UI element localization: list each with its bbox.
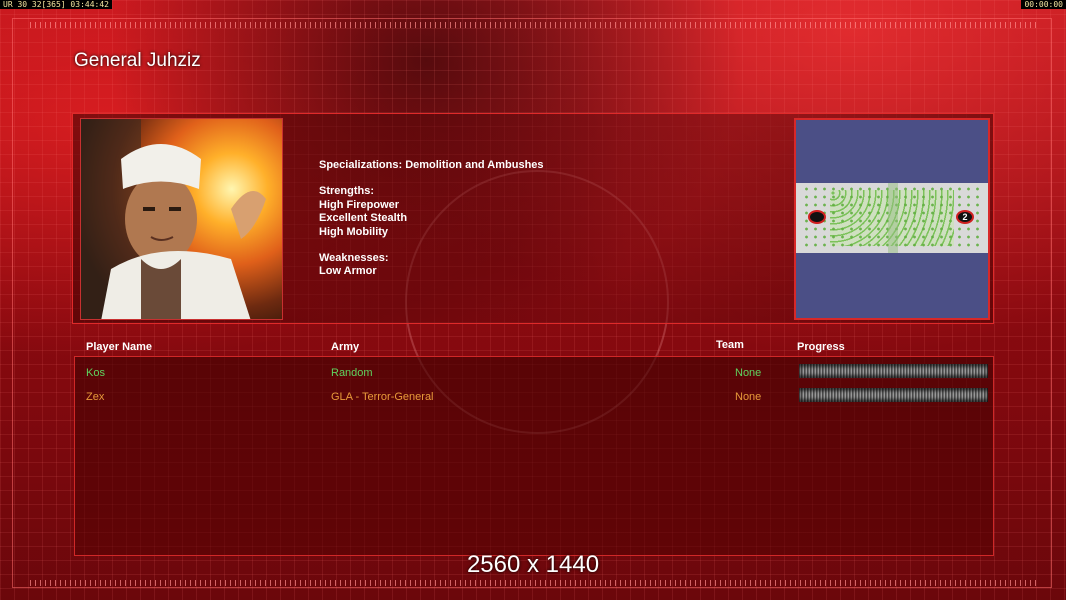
weaknesses-heading: Weaknesses: [319, 252, 389, 265]
player-team: None [735, 391, 762, 403]
player-name: Zex [86, 391, 105, 403]
map-preview: 2 [794, 118, 990, 320]
header-progress: Progress [797, 341, 845, 353]
hud-status-left: UR 30 32[365] 03:44:42 [0, 0, 112, 9]
resolution-overlay: 2560 x 1440 [466, 551, 600, 578]
header-army: Army [331, 341, 360, 353]
player-army: GLA - Terror-General [331, 391, 434, 403]
weakness-item: Low Armor [319, 265, 377, 278]
hud-status-right: 00:00:00 [1021, 0, 1066, 9]
spawn-point-2: 2 [956, 210, 974, 224]
strength-item: High Mobility [319, 225, 389, 238]
header-player-name: Player Name [86, 341, 153, 353]
general-portrait [80, 118, 283, 320]
map-land: 2 [796, 183, 988, 253]
player-team: None [735, 367, 762, 379]
table-row: Zex GLA - Terror-General None [75, 387, 993, 407]
ruler-bottom [30, 580, 1040, 586]
ruler-top [30, 22, 1040, 28]
specializations-text: Specializations: Demolition and Ambushes [319, 159, 544, 171]
header-team: Team [716, 339, 744, 351]
spawn-point-1 [808, 210, 826, 224]
strength-item: High Firepower [319, 198, 400, 211]
general-description: Specializations: Demolition and Ambushes… [319, 159, 544, 279]
player-progress-bar [799, 388, 988, 402]
strengths-heading: Strengths: [319, 185, 374, 198]
player-army: Random [331, 367, 373, 379]
general-title: General Juhziz [74, 50, 201, 71]
player-progress-bar [799, 364, 988, 378]
players-table: Kos Random None Zex GLA - Terror-General… [74, 356, 994, 556]
strength-item: Excellent Stealth [319, 212, 408, 225]
player-name: Kos [86, 367, 105, 379]
map-center-road [888, 183, 898, 253]
table-row: Kos Random None [75, 363, 993, 383]
